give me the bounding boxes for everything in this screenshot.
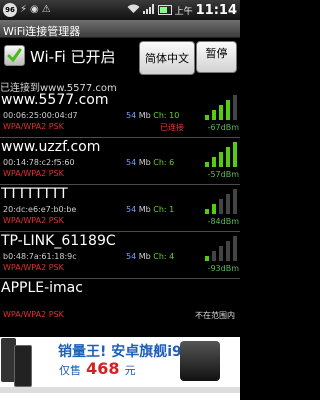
clock: 11:14 [195,2,237,18]
network-item[interactable]: TTTTTTTT 20:dc:e6:e7:b0:be 54 Mb Ch: 1 W… [0,186,240,230]
network-ssid: TP-LINK_61189C [1,233,116,249]
android-icon: ◉ [30,4,39,15]
ad-banner[interactable]: 销量王! 安卓旗舰i9500 仅售 468 元 [0,337,240,400]
phone-image [180,341,220,381]
divider [0,184,240,185]
network-mac: 20:dc:e6:e7:b0:be [3,205,77,214]
pause-button[interactable]: 暂停 [196,41,237,73]
network-security: WPA/WPA2 PSK [3,169,64,178]
network-speed-channel: 54 Mb Ch: 4 [126,252,175,261]
app-title-bar: WiFi连接管理器 [0,20,240,38]
network-dbm: -57dBm [207,170,239,179]
divider [0,278,240,279]
network-speed-channel: 54 Mb Ch: 10 [126,111,180,120]
wifi-signal-icon [205,189,239,214]
network-status: 已连接 [160,123,184,132]
network-security: WPA/WPA2 PSK [3,216,64,225]
network-dbm: -93dBm [207,264,239,273]
network-security: WPA/WPA2 PSK [3,263,64,272]
network-ssid: www.5577.com [1,92,109,108]
network-item[interactable]: www.uzzf.com 00:14:78:c2:f5:60 54 Mb Ch:… [0,139,240,183]
ad-price: 仅售 468 元 [59,359,136,378]
wifi-toggle-label: Wi-Fi 已开启 [30,48,116,66]
signal-strength-icon [142,3,155,17]
language-button[interactable]: 简体中文 [139,41,195,75]
network-security: WPA/WPA2 PSK [3,310,64,319]
battery-icon [157,5,172,15]
status-bar: 96 ⚡ ◉ ⚠ 上午 11:14 [0,0,240,20]
network-ssid: www.uzzf.com [1,139,101,155]
network-dbm: -84dBm [207,217,239,226]
wifi-status-icon [127,4,140,17]
time-period: 上午 [174,6,193,17]
network-speed-channel: 54 Mb Ch: 1 [126,205,175,214]
network-mac: b0:48:7a:61:18:9c [3,252,77,261]
wifi-signal-icon [205,95,239,120]
network-ssid: TTTTTTTT [1,186,68,202]
network-mac: 00:06:25:00:04:d7 [3,111,78,120]
network-speed-channel: 54 Mb Ch: 6 [126,158,175,167]
usb-icon: ⚡ [20,4,28,15]
network-security: WPA/WPA2 PSK [3,122,64,131]
network-item[interactable]: APPLE-imac WPA/WPA2 PSK 不在范围内 [0,280,240,324]
ad-footer [0,387,240,393]
network-dbm: -67dBm [207,123,239,132]
divider [0,231,240,232]
wifi-signal-icon [205,142,239,167]
checkmark-icon [7,48,22,63]
network-mac: 00:14:78:c2:f5:60 [3,158,75,167]
notification-badge: 96 [3,3,17,17]
network-ssid: APPLE-imac [1,280,83,296]
control-row: Wi-Fi 已开启 简体中文 暂停 [0,37,240,77]
divider [0,137,240,138]
wifi-signal-icon [205,236,239,261]
network-status: 不在范围内 [195,311,235,320]
network-item[interactable]: www.5577.com 00:06:25:00:04:d7 54 Mb Ch:… [0,92,240,136]
warning-icon: ⚠ [41,4,51,15]
phone-image [14,345,32,387]
wifi-toggle-checkbox[interactable] [4,45,25,66]
network-item[interactable]: TP-LINK_61189C b0:48:7a:61:18:9c 54 Mb C… [0,233,240,277]
